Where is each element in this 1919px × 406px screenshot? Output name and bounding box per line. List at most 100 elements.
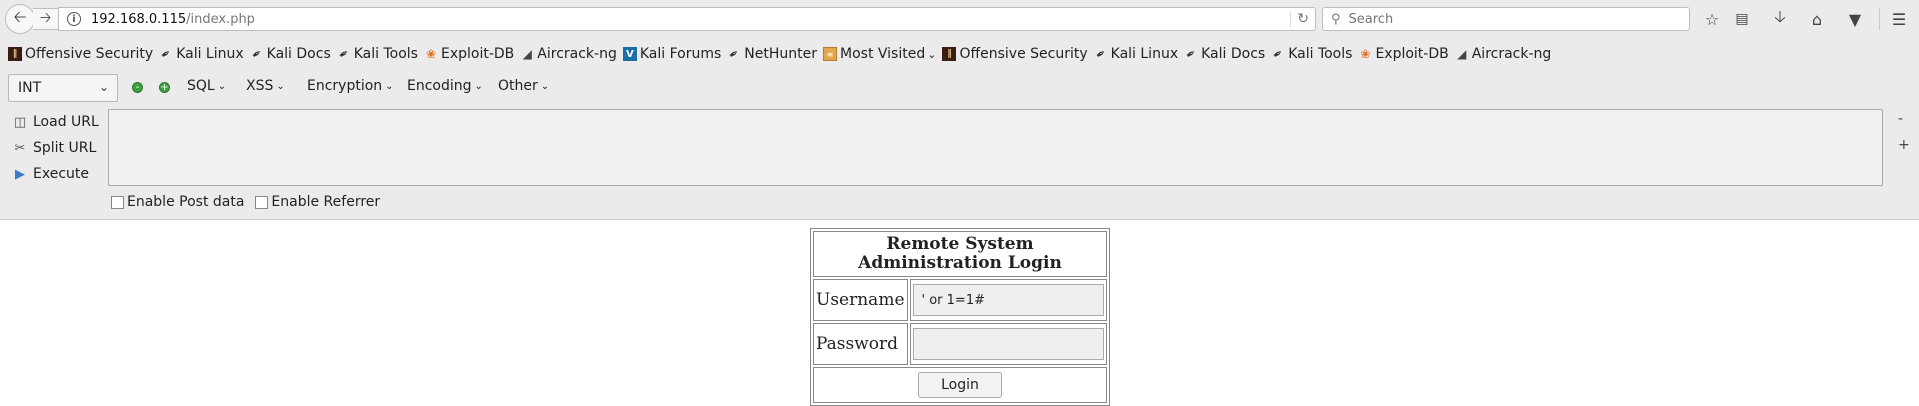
hackbar-type-value: INT — [18, 80, 42, 96]
bookmark-label: Kali Tools — [1288, 46, 1353, 62]
bookmark-item[interactable]: ✒ NetHunter — [726, 45, 818, 63]
bookmark-item[interactable]: ‖ Offensive Security — [8, 46, 153, 62]
expand-button[interactable]: + — [1898, 137, 1910, 153]
browser-chrome: 🡠 🡢 i 192.168.0.115/index.php ↻ ⚲ ☆ ▤ 🡣 … — [0, 0, 1919, 220]
load-url-icon: ◫ — [13, 114, 27, 130]
bookmark-label: Exploit-DB — [440, 46, 515, 62]
bookmark-item[interactable]: ✒ Kali Linux — [1092, 45, 1179, 63]
username-field[interactable]: ' or 1=1# — [912, 284, 1104, 316]
back-button[interactable]: 🡠 — [5, 4, 35, 34]
bookmark-item[interactable]: ✒ Kali Linux — [158, 45, 244, 63]
bookmark-item[interactable]: ‖ Offensive Security — [942, 46, 1088, 62]
bookmark-star-icon[interactable]: ☆ — [1701, 8, 1723, 30]
password-field[interactable] — [912, 328, 1104, 360]
download-icon[interactable]: 🡣 — [1769, 7, 1791, 30]
search-input[interactable] — [1346, 10, 1671, 28]
increment-icon[interactable]: + — [159, 82, 170, 93]
username-label: Username — [813, 279, 908, 321]
bookmark-label: Aircrack-ng — [1471, 46, 1552, 62]
shrink-button[interactable]: - — [1898, 111, 1903, 127]
decrement-icon[interactable]: - — [132, 82, 143, 93]
login-button[interactable]: Login — [918, 372, 1002, 398]
kali-dragon-icon: ✒ — [158, 45, 175, 63]
bookmark-item[interactable]: ✒ Kali Docs — [248, 45, 331, 63]
menu-other[interactable]: Other ⌄ — [498, 78, 549, 94]
bookmark-item[interactable]: ✒ Kali Tools — [1270, 45, 1353, 63]
bookmark-item[interactable]: ❀ Exploit-DB — [424, 46, 514, 62]
chevron-down-icon: ⌄ — [540, 80, 550, 92]
offensive-security-icon: ‖ — [8, 47, 22, 61]
scissors-icon: ✂ — [14, 140, 26, 156]
kali-dragon-icon: ✒ — [726, 45, 743, 63]
hackbar-url-textarea[interactable] — [108, 109, 1883, 186]
play-icon: ▶ — [15, 166, 25, 182]
bookmark-item[interactable]: ❀ Exploit-DB — [1358, 46, 1448, 62]
reload-icon[interactable]: ↻ — [1290, 11, 1309, 27]
bookmark-label: Kali Docs — [266, 46, 331, 62]
kali-dragon-icon: ✒ — [1270, 45, 1287, 63]
toolbar-separator — [1879, 8, 1880, 30]
kali-dragon-icon: ✒ — [248, 45, 265, 63]
bookmark-label: Kali Docs — [1201, 46, 1266, 62]
hackbar-toolbar: INT ⌄ - + SQL ⌄ XSS ⌄ Encryption ⌄ Encoding… — [0, 74, 1919, 102]
home-icon[interactable]: ⌂ — [1806, 8, 1828, 30]
forward-button[interactable]: 🡢 — [33, 8, 59, 30]
menu-encoding[interactable]: Encoding ⌄ — [407, 78, 483, 94]
kali-forums-icon: V — [622, 47, 637, 61]
kali-dragon-icon: ✒ — [1092, 45, 1109, 63]
bookmark-label: Aircrack-ng — [537, 46, 617, 62]
bookmark-item[interactable]: ✒ Kali Docs — [1182, 45, 1266, 63]
bookmark-item[interactable]: ◢ Aircrack-ng — [520, 46, 617, 62]
search-icon: ⚲ — [1331, 11, 1341, 27]
menu-icon[interactable]: ☰ — [1888, 8, 1910, 30]
enable-referrer-checkbox[interactable]: Enable Referrer — [255, 194, 380, 210]
checkbox-box[interactable] — [255, 195, 269, 209]
menu-xss[interactable]: XSS ⌄ — [246, 78, 285, 94]
hackbar-actions: ◫ Load URL ✂ Split URL ▶ Execute — [12, 109, 99, 187]
info-icon[interactable]: i — [67, 12, 81, 26]
hackbar-type-select[interactable]: INT ⌄ — [8, 74, 118, 102]
navigation-bar: 🡠 🡢 i 192.168.0.115/index.php ↻ ⚲ ☆ ▤ 🡣 … — [0, 0, 1919, 38]
load-url-button[interactable]: ◫ Load URL — [12, 109, 99, 135]
bookmark-label: Kali Linux — [1110, 46, 1179, 62]
chevron-down-icon: ⌄ — [98, 80, 109, 94]
aircrack-icon: ◢ — [1457, 47, 1467, 61]
exploit-db-icon: ❀ — [1360, 47, 1371, 61]
url-bar[interactable]: i 192.168.0.115/index.php ↻ — [58, 7, 1316, 31]
bookmark-item[interactable]: V Kali Forums — [622, 46, 721, 62]
pocket-icon[interactable]: ▼ — [1844, 8, 1866, 30]
bookmark-label: Offensive Security — [25, 46, 154, 62]
search-bar[interactable]: ⚲ — [1322, 7, 1690, 31]
split-url-button[interactable]: ✂ Split URL — [12, 135, 99, 161]
checkbox-box[interactable] — [111, 195, 124, 209]
hackbar-options: Enable Post data Enable Referrer — [111, 194, 391, 210]
kali-dragon-icon: ✒ — [1182, 45, 1200, 63]
chevron-down-icon: ⌄ — [385, 80, 394, 92]
url-host: 192.168.0.115 — [91, 11, 187, 27]
bookmark-item[interactable]: ◢ Aircrack-ng — [1455, 46, 1552, 62]
folder-icon: ≡ — [823, 47, 838, 61]
bookmark-label: Offensive Security — [959, 46, 1088, 62]
execute-button[interactable]: ▶ Execute — [12, 161, 99, 187]
chevron-down-icon: ⌄ — [276, 80, 285, 92]
arrow-right-icon: 🡢 — [39, 10, 52, 26]
chevron-down-icon: ⌄ — [474, 80, 483, 92]
menu-encryption[interactable]: Encryption ⌄ — [307, 78, 394, 94]
bookmark-label: Most Visited — [840, 46, 926, 62]
bookmark-item[interactable]: ✒ Kali Tools — [336, 45, 418, 62]
bookmark-label: Kali Linux — [176, 46, 244, 62]
enable-post-checkbox[interactable]: Enable Post data — [111, 194, 244, 210]
bookmark-label: NetHunter — [744, 46, 818, 62]
menu-sql[interactable]: SQL ⌄ — [187, 78, 226, 94]
chevron-down-icon: ⌄ — [927, 47, 937, 61]
reading-list-icon[interactable]: ▤ — [1731, 8, 1753, 30]
password-label: Password — [813, 323, 908, 365]
aircrack-icon: ◢ — [522, 47, 532, 61]
exploit-db-icon: ❀ — [425, 47, 437, 61]
login-title: Remote System Administration Login — [813, 231, 1107, 277]
bookmark-item[interactable]: ≡ Most Visited ⌄ — [823, 46, 936, 62]
url-path: /index.php — [186, 11, 255, 27]
chevron-down-icon: ⌄ — [217, 80, 227, 92]
bookmark-label: Kali Tools — [353, 46, 418, 62]
arrow-left-icon: 🡠 — [13, 6, 27, 26]
